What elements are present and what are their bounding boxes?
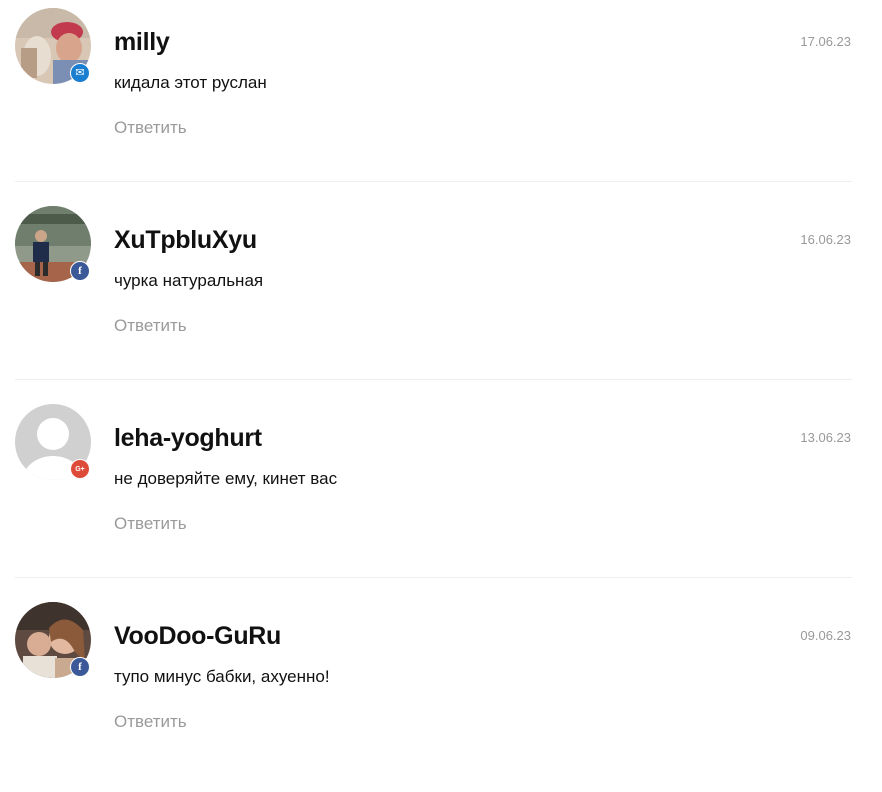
comment-text: не доверяйте ему, кинет вас [114,469,338,488]
avatar[interactable]: G+ [15,404,91,480]
facebook-icon: f [70,657,90,677]
author-name[interactable]: milly [114,28,170,57]
facebook-icon: f [70,261,90,281]
reply-button[interactable]: Ответить [114,514,187,534]
avatar[interactable]: ✉ [15,8,91,84]
reply-button[interactable]: Ответить [114,316,187,336]
comment-date: 16.06.23 [800,232,851,247]
comment-text: кидала этот руслан [114,73,267,92]
divider [15,577,852,578]
comment-date: 13.06.23 [800,430,851,445]
comment-item: f XuTpbluXyu 16.06.23 чурка натуральная … [0,198,882,396]
divider [15,379,852,380]
reply-button[interactable]: Ответить [114,118,187,138]
author-name[interactable]: leha-yoghurt [114,424,262,453]
author-name[interactable]: VooDoo-GuRu [114,622,281,651]
avatar[interactable]: f [15,206,91,282]
comment-date: 09.06.23 [800,628,851,643]
comment-item: G+ leha-yoghurt 13.06.23 не доверяйте ем… [0,396,882,594]
mail-icon: ✉ [70,63,90,83]
comment-text: тупо минус бабки, ахуенно! [114,667,330,686]
comment-item: ✉ milly 17.06.23 кидала этот руслан Отве… [0,0,882,198]
google-plus-icon: G+ [70,459,90,479]
author-name[interactable]: XuTpbluXyu [114,226,257,255]
reply-button[interactable]: Ответить [114,712,187,732]
divider [15,181,852,182]
comment-text: чурка натуральная [114,271,264,290]
comment-date: 17.06.23 [800,34,851,49]
avatar[interactable]: f [15,602,91,678]
comment-item: f VooDoo-GuRu 09.06.23 тупо минус бабки,… [0,594,882,792]
